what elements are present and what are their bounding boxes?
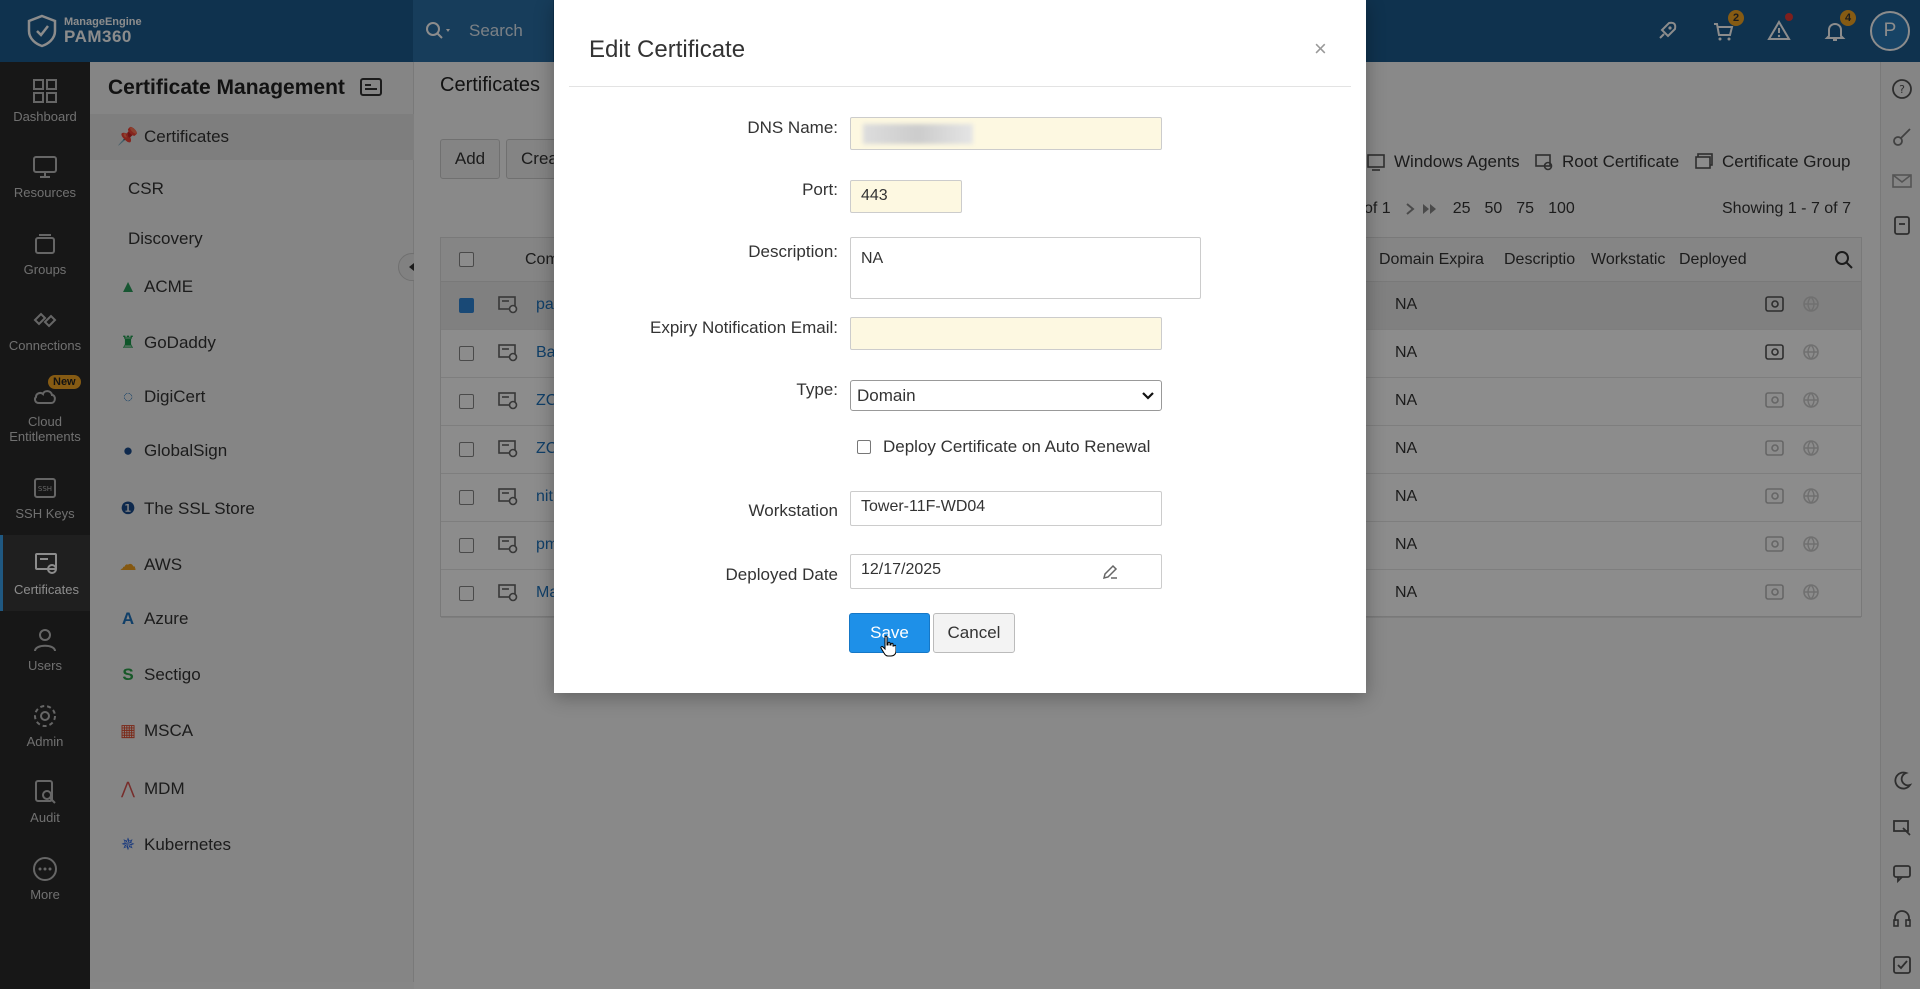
chevron-down-icon <box>1142 391 1154 400</box>
description-label: Description: <box>748 242 838 261</box>
workstation-field[interactable]: Tower-11F-WD04 <box>850 491 1162 526</box>
dialog-divider <box>569 86 1351 87</box>
auto-renewal-label: Deploy Certificate on Auto Renewal <box>883 437 1151 456</box>
description-field[interactable]: NA <box>850 237 1201 299</box>
expiry-email-field[interactable] <box>850 317 1162 350</box>
type-label: Type: <box>796 380 838 399</box>
hand-cursor-icon <box>880 635 896 657</box>
deployed-date-value: 12/17/2025 <box>861 561 942 578</box>
type-select[interactable]: Domain <box>850 380 1162 411</box>
cancel-button[interactable]: Cancel <box>933 613 1015 653</box>
auto-renewal-option[interactable]: Deploy Certificate on Auto Renewal <box>857 437 1150 457</box>
deployed-date-field[interactable]: 12/17/2025 <box>850 554 1162 589</box>
edit-certificate-dialog: Edit Certificate × DNS Name: Port: 443 D… <box>554 0 1366 693</box>
port-label: Port: <box>802 180 838 199</box>
type-selected-value: Domain <box>857 385 916 405</box>
auto-renewal-checkbox[interactable] <box>857 440 871 454</box>
calendar-edit-icon[interactable] <box>1101 563 1119 581</box>
dns-name-label: DNS Name: <box>747 118 838 137</box>
dns-name-field[interactable] <box>850 117 1162 150</box>
workstation-label: Workstation <box>748 501 838 520</box>
port-field[interactable]: 443 <box>850 180 962 213</box>
expiry-email-label: Expiry Notification Email: <box>649 318 838 337</box>
deployed-date-label: Deployed Date <box>725 565 838 584</box>
dialog-title: Edit Certificate <box>589 36 746 63</box>
redacted-value <box>863 124 973 144</box>
close-icon[interactable]: × <box>1314 36 1327 62</box>
app-root: ManageEngine PAM360 Search 2 4 P Dashboa… <box>0 0 1920 989</box>
